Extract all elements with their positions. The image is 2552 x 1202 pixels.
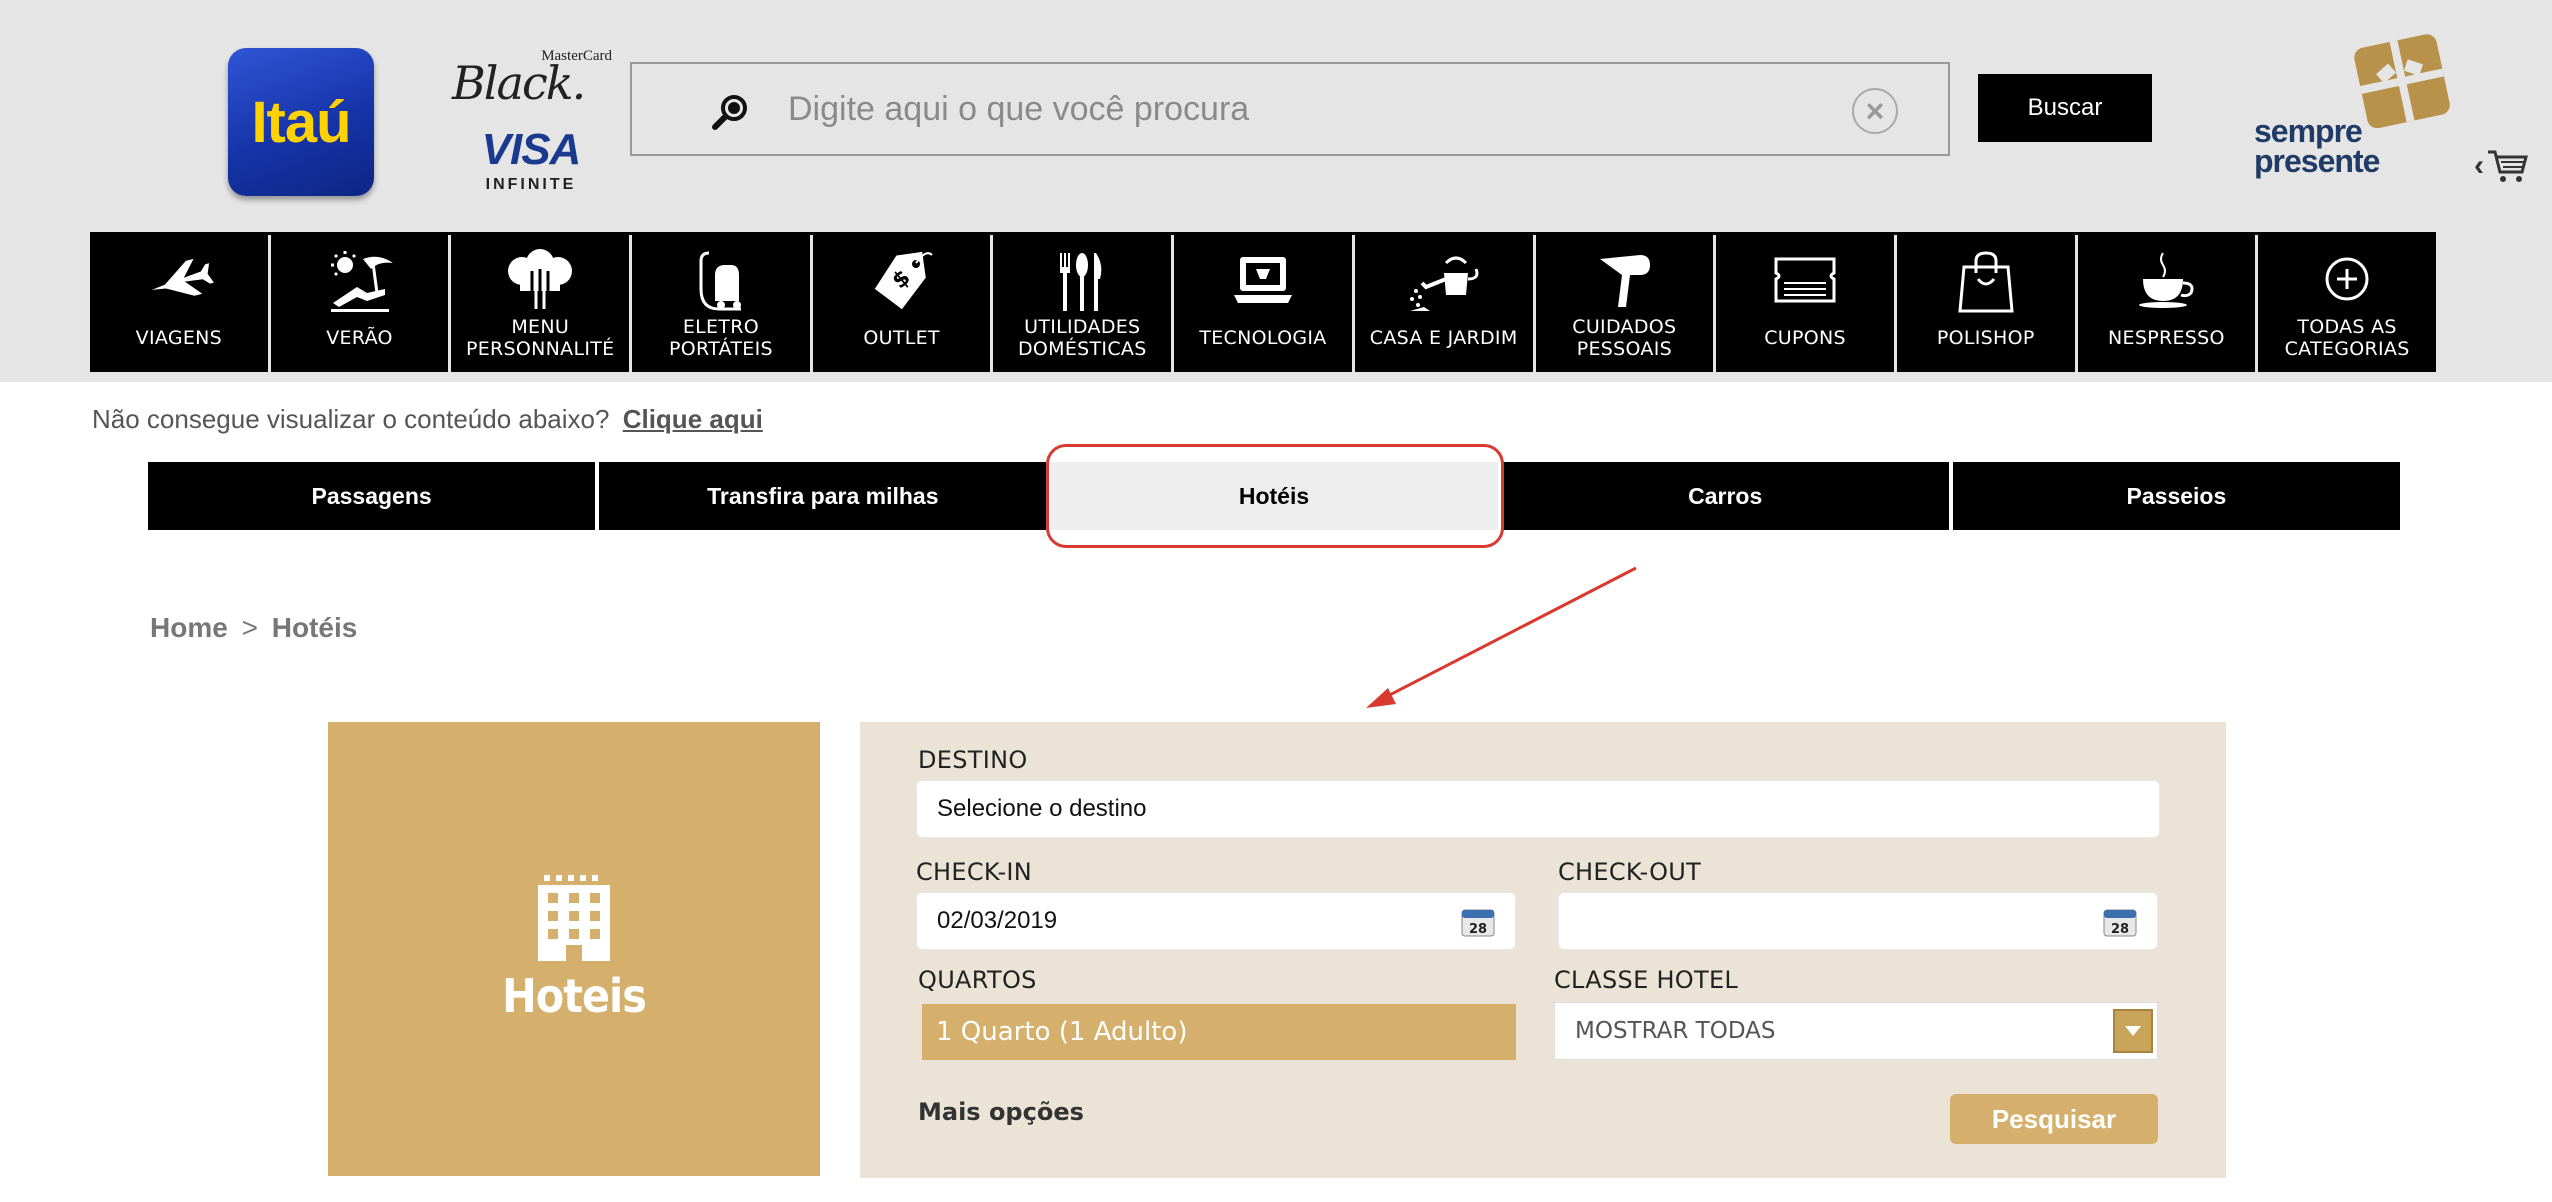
cart-area[interactable]: ‹ bbox=[2474, 146, 2538, 186]
breadcrumb: Home > Hotéis bbox=[150, 612, 357, 644]
category-outlet[interactable]: $ OUTLET bbox=[813, 235, 994, 372]
hotel-building-icon bbox=[538, 875, 610, 961]
product-tabs: Passagens Transfira para milhas Hotéis C… bbox=[148, 462, 2401, 530]
itau-logo[interactable]: Itaú bbox=[228, 48, 374, 196]
category-label: NESPRESSO bbox=[2108, 327, 2225, 349]
category-polishop[interactable]: POLISHOP bbox=[1897, 235, 2078, 372]
category-viagens[interactable]: VIAGENS bbox=[90, 235, 271, 372]
classe-hotel-select[interactable]: MOSTRAR TODAS bbox=[1554, 1002, 2158, 1060]
quartos-label: QUARTOS bbox=[918, 966, 1037, 994]
presente-label: presente bbox=[2254, 143, 2380, 179]
visibility-notice: Não consegue visualizar o conteúdo abaix… bbox=[92, 404, 763, 435]
vacuum-icon bbox=[699, 251, 741, 311]
mais-opcoes-link[interactable]: Mais opções bbox=[918, 1098, 1084, 1126]
destino-value: Selecione o destino bbox=[937, 795, 1147, 822]
category-cupons[interactable]: CUPONS bbox=[1716, 235, 1897, 372]
breadcrumb-separator: > bbox=[241, 612, 258, 643]
category-label: CASA E JARDIM bbox=[1369, 327, 1518, 349]
category-todas-as-categorias[interactable]: TODAS AS CATEGORIAS bbox=[2258, 235, 2436, 372]
shopping-bag-icon bbox=[1958, 251, 2014, 313]
category-nav: VIAGENS VERÃO MENU PERSONNALITÉ ELETRO P… bbox=[90, 232, 2436, 372]
black-script-label: Black. bbox=[452, 56, 586, 110]
category-label: TODAS AS CATEGORIAS bbox=[2284, 316, 2410, 360]
chevron-down-icon[interactable] bbox=[2113, 1009, 2153, 1053]
sempre-presente-text: sempre presente bbox=[2254, 113, 2380, 179]
category-verao[interactable]: VERÃO bbox=[271, 235, 452, 372]
watering-can-icon bbox=[1409, 256, 1479, 311]
tab-passeios[interactable]: Passeios bbox=[1952, 462, 2401, 530]
hotel-tile: Hoteis bbox=[328, 722, 820, 1176]
classe-hotel-label: CLASSE HOTEL bbox=[1554, 966, 1739, 994]
itau-logo-text: Itaú bbox=[251, 89, 351, 155]
plus-circle-icon bbox=[2325, 257, 2369, 301]
search-box: × bbox=[630, 62, 1950, 156]
checkin-value: 02/03/2019 bbox=[937, 907, 1058, 934]
visa-infinite-logo: VISA INFINITE bbox=[468, 128, 594, 198]
category-label: CUIDADOS PESSOAIS bbox=[1572, 316, 1677, 360]
search-icon[interactable] bbox=[710, 92, 750, 132]
category-label: OUTLET bbox=[863, 327, 940, 349]
category-label: ELETRO PORTÁTEIS bbox=[668, 316, 773, 360]
checkin-field[interactable]: 02/03/2019 28 bbox=[916, 892, 1516, 950]
category-label: CUPONS bbox=[1764, 327, 1846, 349]
category-eletro-portateis[interactable]: ELETRO PORTÁTEIS bbox=[632, 235, 813, 372]
destino-field[interactable]: Selecione o destino bbox=[916, 780, 2160, 838]
airplane-icon bbox=[151, 258, 214, 296]
quartos-selector[interactable]: 1 Quarto (1 Adulto) bbox=[922, 1004, 1516, 1060]
cutlery-icon bbox=[1060, 253, 1102, 311]
calendar-day: 28 bbox=[1469, 922, 1487, 937]
sempre-presente-logo[interactable]: sempre presente bbox=[2254, 28, 2454, 178]
category-label: UTILIDADES DOMÉSTICAS bbox=[1017, 316, 1147, 360]
calendar-icon[interactable]: 28 bbox=[2103, 907, 2137, 937]
site-header: Itaú MasterCard Black. VISA INFINITE × B… bbox=[0, 0, 2552, 382]
breadcrumb-home[interactable]: Home bbox=[150, 612, 228, 643]
shopping-cart-icon[interactable] bbox=[2486, 148, 2528, 184]
category-label: MENU PERSONNALITÉ bbox=[465, 316, 615, 360]
hair-dryer-icon bbox=[1600, 255, 1651, 307]
pesquisar-button[interactable]: Pesquisar bbox=[1950, 1094, 2158, 1144]
mastercard-black-logo: MasterCard Black. bbox=[448, 44, 616, 110]
checkout-field[interactable]: 28 bbox=[1558, 892, 2158, 950]
sempre-label: sempre bbox=[2254, 113, 2363, 149]
tab-carros[interactable]: Carros bbox=[1501, 462, 1949, 530]
classe-hotel-value: MOSTRAR TODAS bbox=[1575, 1018, 1776, 1044]
coffee-cup-icon bbox=[2139, 252, 2194, 308]
laptop-icon bbox=[1233, 257, 1292, 303]
beach-chair-icon bbox=[330, 251, 393, 312]
quartos-value: 1 Quarto (1 Adulto) bbox=[936, 1017, 1188, 1047]
category-utilidades-domesticas[interactable]: UTILIDADES DOMÉSTICAS bbox=[993, 235, 1175, 372]
category-label: VIAGENS bbox=[135, 327, 223, 349]
notice-link[interactable]: Clique aqui bbox=[623, 404, 763, 434]
category-label: POLISHOP bbox=[1936, 327, 2035, 349]
search-button[interactable]: Buscar bbox=[1978, 74, 2152, 142]
destino-label: DESTINO bbox=[918, 746, 1028, 774]
calendar-icon[interactable]: 28 bbox=[1461, 907, 1495, 937]
tab-hoteis[interactable]: Hotéis bbox=[1050, 462, 1498, 530]
hotel-search-form: DESTINO Selecione o destino CHECK-IN 02/… bbox=[860, 722, 2226, 1178]
infinite-label: INFINITE bbox=[485, 176, 577, 193]
breadcrumb-current: Hotéis bbox=[271, 612, 358, 643]
visa-label: VISA bbox=[481, 125, 582, 174]
clear-search-icon[interactable]: × bbox=[1852, 88, 1898, 134]
category-label: TECNOLOGIA bbox=[1199, 327, 1327, 349]
category-tecnologia[interactable]: TECNOLOGIA bbox=[1174, 235, 1355, 372]
category-cuidados-pessoais[interactable]: CUIDADOS PESSOAIS bbox=[1536, 235, 1717, 372]
chevron-left-icon[interactable]: ‹ bbox=[2474, 149, 2484, 183]
category-casa-e-jardim[interactable]: CASA E JARDIM bbox=[1355, 235, 1536, 372]
checkin-label: CHECK-IN bbox=[916, 858, 1033, 886]
checkout-label: CHECK-OUT bbox=[1558, 858, 1702, 886]
annotation-arrow bbox=[1366, 566, 1637, 708]
chef-hat-icon bbox=[508, 249, 573, 309]
calendar-day: 28 bbox=[2111, 922, 2129, 937]
hotel-tile-label: Hoteis bbox=[502, 969, 647, 1023]
notice-text: Não consegue visualizar o conteúdo abaix… bbox=[92, 404, 610, 434]
price-tag-icon: $ bbox=[874, 251, 933, 310]
tab-transfira-para-milhas[interactable]: Transfira para milhas bbox=[599, 462, 1047, 530]
tab-passagens[interactable]: Passagens bbox=[148, 462, 596, 530]
category-nespresso[interactable]: NESPRESSO bbox=[2078, 235, 2259, 372]
search-input[interactable] bbox=[788, 84, 1788, 134]
category-menu-personnalite[interactable]: MENU PERSONNALITÉ bbox=[451, 235, 633, 372]
category-label: VERÃO bbox=[326, 327, 393, 349]
coupon-icon bbox=[1774, 257, 1836, 303]
